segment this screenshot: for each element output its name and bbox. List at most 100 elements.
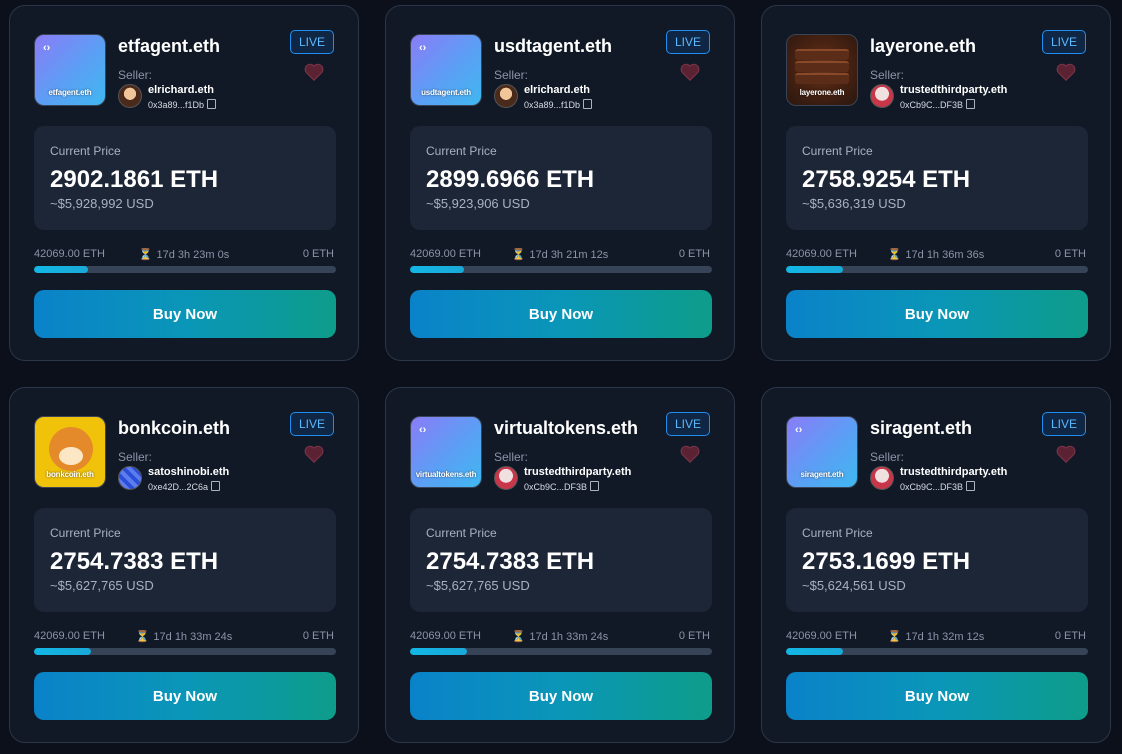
price-label: Current Price xyxy=(426,526,497,540)
hourglass-icon: ⏳ xyxy=(887,631,902,643)
seller-address-text: 0xe42D...2C6a xyxy=(148,482,209,492)
price-label: Current Price xyxy=(802,526,873,540)
current-price-usd: ~$5,627,765 USD xyxy=(50,578,154,593)
seller-avatar[interactable] xyxy=(118,84,142,108)
copy-icon[interactable] xyxy=(207,99,217,109)
end-price: 0 ETH xyxy=(302,630,334,642)
domain-name[interactable]: bonkcoin.eth xyxy=(118,418,230,439)
seller-name[interactable]: elrichard.eth xyxy=(148,84,214,96)
auction-card[interactable]: ‹› siragent.eth siragent.eth LIVE Seller: tru… xyxy=(761,387,1111,743)
heart-icon[interactable] xyxy=(1055,444,1077,464)
current-price-eth: 2902.1861 ETH xyxy=(50,166,219,193)
seller-avatar[interactable] xyxy=(870,84,894,108)
seller-address: 0xCb9C...DF3B xyxy=(900,98,976,110)
time-remaining: ⏳ 17d 1h 33m 24s xyxy=(410,630,710,643)
ens-logo-icon: ‹› xyxy=(43,42,51,54)
status-badge: LIVE xyxy=(665,412,710,436)
seller-name[interactable]: trustedthirdparty.eth xyxy=(524,466,631,478)
auction-progress-fill xyxy=(34,266,89,273)
time-remaining: ⏳ 17d 3h 23m 0s xyxy=(34,248,334,261)
seller-avatar[interactable] xyxy=(494,84,518,108)
auction-meta: 42069.00 ETH ⏳ 17d 3h 21m 12s 0 ETH xyxy=(410,248,710,262)
copy-icon[interactable] xyxy=(583,99,593,109)
auction-card[interactable]: ‹› etfagent.eth etfagent.eth LIVE Seller: elr… xyxy=(9,5,359,361)
time-remaining-text: 17d 3h 21m 12s xyxy=(529,249,609,261)
ens-logo-icon: ‹› xyxy=(419,42,427,54)
domain-thumbnail[interactable]: layerone.eth xyxy=(786,34,858,106)
auction-progress-fill xyxy=(786,266,844,273)
copy-icon[interactable] xyxy=(211,481,221,491)
seller-label: Seller: xyxy=(870,450,905,464)
copy-icon[interactable] xyxy=(966,481,976,491)
domain-thumbnail[interactable]: bonkcoin.eth xyxy=(34,416,106,488)
heart-icon[interactable] xyxy=(303,444,325,464)
current-price-usd: ~$5,636,319 USD xyxy=(802,196,906,211)
seller-avatar[interactable] xyxy=(494,466,518,490)
auction-card[interactable]: layerone.eth layerone.eth LIVE Seller: trust… xyxy=(761,5,1111,361)
time-remaining: ⏳ 17d 1h 32m 12s xyxy=(786,630,1086,643)
heart-icon[interactable] xyxy=(679,62,701,82)
thumbnail-label: bonkcoin.eth xyxy=(46,470,94,479)
seller-name[interactable]: trustedthirdparty.eth xyxy=(900,84,1007,96)
auction-progress-fill xyxy=(786,648,844,655)
time-remaining-text: 17d 1h 33m 24s xyxy=(153,631,233,643)
buy-now-button[interactable]: Buy Now xyxy=(410,290,712,338)
auction-progress-bar xyxy=(786,266,1088,273)
price-box: Current Price 2902.1861 ETH ~$5,928,992 US… xyxy=(34,126,336,230)
buy-now-button[interactable]: Buy Now xyxy=(786,672,1088,720)
price-label: Current Price xyxy=(802,144,873,158)
domain-name[interactable]: virtualtokens.eth xyxy=(494,418,638,439)
domain-name[interactable]: layerone.eth xyxy=(870,36,976,57)
seller-name[interactable]: satoshinobi.eth xyxy=(148,466,229,478)
price-label: Current Price xyxy=(50,144,121,158)
buy-now-button[interactable]: Buy Now xyxy=(34,290,336,338)
seller-address: 0xCb9C...DF3B xyxy=(900,480,976,492)
time-remaining-text: 17d 1h 32m 12s xyxy=(905,631,985,643)
seller-avatar[interactable] xyxy=(118,466,142,490)
domain-name[interactable]: siragent.eth xyxy=(870,418,972,439)
seller-label: Seller: xyxy=(494,68,529,82)
heart-icon[interactable] xyxy=(303,62,325,82)
price-box: Current Price 2754.7383 ETH ~$5,627,765 US… xyxy=(34,508,336,612)
seller-address-text: 0xCb9C...DF3B xyxy=(900,482,964,492)
domain-thumbnail[interactable]: ‹› etfagent.eth xyxy=(34,34,106,106)
auction-grid: ‹› etfagent.eth etfagent.eth LIVE Seller: elr… xyxy=(0,0,1122,754)
auction-progress-bar xyxy=(410,266,712,273)
price-box: Current Price 2753.1699 ETH ~$5,624,561 US… xyxy=(786,508,1088,612)
domain-thumbnail[interactable]: ‹› usdtagent.eth xyxy=(410,34,482,106)
time-remaining-text: 17d 1h 33m 24s xyxy=(529,631,609,643)
copy-icon[interactable] xyxy=(966,99,976,109)
auction-card[interactable]: bonkcoin.eth bonkcoin.eth LIVE Seller: satos… xyxy=(9,387,359,743)
seller-name[interactable]: trustedthirdparty.eth xyxy=(900,466,1007,478)
auction-card[interactable]: ‹› usdtagent.eth usdtagent.eth LIVE Seller: e… xyxy=(385,5,735,361)
heart-icon[interactable] xyxy=(1055,62,1077,82)
buy-now-button[interactable]: Buy Now xyxy=(410,672,712,720)
cake-layer xyxy=(795,73,849,84)
thumbnail-label: virtualtokens.eth xyxy=(415,470,477,479)
auction-progress-fill xyxy=(410,266,465,273)
hourglass-icon: ⏳ xyxy=(138,249,153,261)
heart-icon[interactable] xyxy=(679,444,701,464)
buy-now-button[interactable]: Buy Now xyxy=(34,672,336,720)
auction-meta: 42069.00 ETH ⏳ 17d 1h 32m 12s 0 ETH xyxy=(786,630,1086,644)
seller-address: 0x3a89...f1Db xyxy=(148,98,217,110)
price-box: Current Price 2899.6966 ETH ~$5,923,906 US… xyxy=(410,126,712,230)
copy-icon[interactable] xyxy=(590,481,600,491)
hourglass-icon: ⏳ xyxy=(511,631,526,643)
seller-name[interactable]: elrichard.eth xyxy=(524,84,590,96)
domain-thumbnail[interactable]: ‹› siragent.eth xyxy=(786,416,858,488)
auction-card[interactable]: ‹› virtualtokens.eth virtualtokens.eth LIVE… xyxy=(385,387,735,743)
seller-address: 0xe42D...2C6a xyxy=(148,480,221,492)
seller-avatar[interactable] xyxy=(870,466,894,490)
seller-address-text: 0xCb9C...DF3B xyxy=(524,482,588,492)
current-price-usd: ~$5,627,765 USD xyxy=(426,578,530,593)
buy-now-button[interactable]: Buy Now xyxy=(786,290,1088,338)
ens-logo-icon: ‹› xyxy=(419,424,427,436)
time-remaining: ⏳ 17d 1h 36m 36s xyxy=(786,248,1086,261)
domain-name[interactable]: etfagent.eth xyxy=(118,36,220,57)
hourglass-icon: ⏳ xyxy=(135,631,150,643)
domain-thumbnail[interactable]: ‹› virtualtokens.eth xyxy=(410,416,482,488)
seller-label: Seller: xyxy=(870,68,905,82)
domain-name[interactable]: usdtagent.eth xyxy=(494,36,612,57)
time-remaining-text: 17d 3h 23m 0s xyxy=(156,249,230,261)
